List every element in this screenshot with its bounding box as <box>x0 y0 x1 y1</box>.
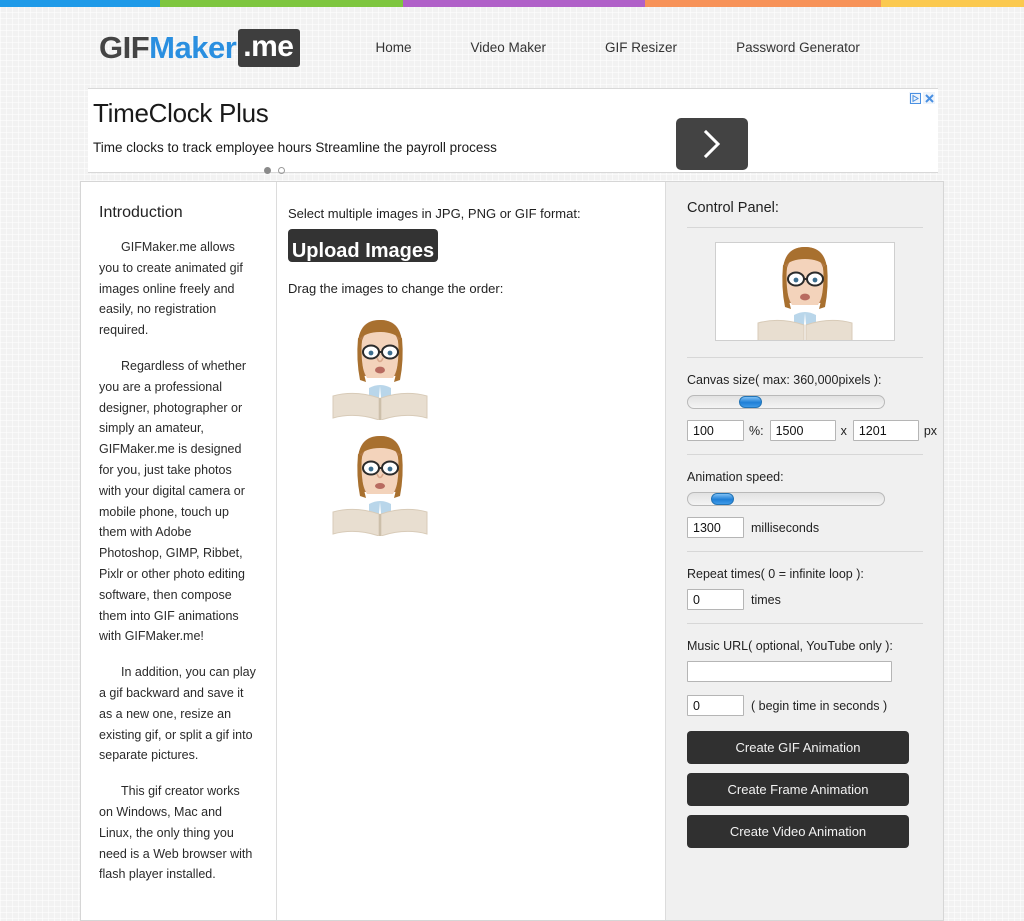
animation-speed-label: Animation speed: <box>687 470 784 484</box>
animation-speed-fields: milliseconds <box>687 517 923 538</box>
ad-carousel-dots <box>93 167 456 174</box>
ad-badges <box>909 92 935 104</box>
close-icon[interactable] <box>923 92 935 104</box>
music-begin-time-input[interactable] <box>687 695 744 716</box>
canvas-size-slider-knob[interactable] <box>738 396 762 408</box>
logo-part-maker: Maker <box>149 29 237 65</box>
logo-part-gif: GIF <box>99 29 150 65</box>
nav-item-home[interactable]: Home <box>375 40 411 55</box>
repeat-times-input[interactable] <box>687 589 744 610</box>
ad-title: TimeClock Plus <box>93 98 269 128</box>
thumbnail-item[interactable] <box>325 426 435 536</box>
music-begin-field-row: ( begin time in seconds ) <box>687 695 923 716</box>
woman-reading-book-image <box>325 426 435 536</box>
stripe-segment-yellow <box>881 0 1024 7</box>
create-video-animation-button[interactable]: Create Video Animation <box>687 815 909 848</box>
woman-reading-book-image <box>325 310 435 420</box>
control-panel-divider <box>687 227 923 228</box>
nav-item-video-maker[interactable]: Video Maker <box>471 40 547 55</box>
canvas-size-slider[interactable] <box>687 395 885 409</box>
music-url-label: Music URL( optional, YouTube only ): <box>687 639 893 653</box>
control-panel-title: Control Panel: <box>687 200 779 216</box>
stripe-segment-purple <box>403 0 645 7</box>
introduction-paragraph-2: Regardless of whether you are a professi… <box>99 358 247 644</box>
preview-box <box>715 242 895 341</box>
canvas-times-symbol: x <box>840 423 847 438</box>
introduction-paragraph-3: In addition, you can play a gif backward… <box>99 665 256 763</box>
stripe-segment-green <box>160 0 403 7</box>
music-url-group: Music URL( optional, YouTube only ): ( b… <box>687 639 923 716</box>
repeat-times-fields: times <box>687 589 923 610</box>
ad-dot-1[interactable] <box>264 167 271 174</box>
animation-speed-input[interactable] <box>687 517 744 538</box>
control-panel-divider-2 <box>687 357 923 358</box>
upload-area: Select multiple images in JPG, PNG or GI… <box>277 182 665 920</box>
top-color-stripe <box>0 0 1024 7</box>
canvas-percent-unit: %: <box>749 423 764 438</box>
control-panel-divider-5 <box>687 623 923 624</box>
introduction-sidebar: Introduction GIFMaker.me allows you to c… <box>81 182 277 921</box>
introduction-paragraph-1: GIFMaker.me allows you to create animate… <box>99 240 243 338</box>
canvas-percent-input[interactable] <box>687 420 744 441</box>
site-logo[interactable]: GIF Maker .me <box>99 28 301 67</box>
animation-speed-group: Animation speed: milliseconds <box>687 470 923 538</box>
ad-content: TimeClock Plus Time clocks to track empl… <box>88 89 938 174</box>
nav-item-password-generator[interactable]: Password Generator <box>736 40 860 55</box>
control-panel: Control Panel: Canvas size(max: 360,000… <box>665 182 943 921</box>
introduction-title: Introduction <box>99 204 183 221</box>
canvas-size-label: Canvas size( max: 360,000pixels ): <box>687 373 882 387</box>
nav-item-gif-resizer[interactable]: GIF Resizer <box>605 40 677 55</box>
create-gif-animation-button[interactable]: Create GIF Animation <box>687 731 909 764</box>
introduction-paragraph-4: This gif creator works on Windows, Mac a… <box>99 784 253 882</box>
canvas-width-input[interactable] <box>769 420 836 441</box>
advertisement-banner[interactable]: TimeClock Plus Time clocks to track empl… <box>88 88 938 174</box>
canvas-size-fields: %: x px <box>687 420 937 441</box>
animation-speed-slider-knob[interactable] <box>711 493 735 505</box>
animation-speed-unit: milliseconds <box>751 520 820 535</box>
canvas-px-unit: px <box>923 423 938 438</box>
chevron-right-icon <box>701 129 723 159</box>
stripe-segment-orange <box>645 0 881 7</box>
action-buttons: Create GIF Animation Create Frame Animat… <box>687 731 923 848</box>
repeat-times-label: Repeat times( 0 = infinite loop ): <box>687 567 864 581</box>
stripe-segment-blue <box>0 0 160 7</box>
drag-order-label: Drag the images to change the order: <box>288 281 504 296</box>
preview-image <box>716 243 894 340</box>
ad-subtitle: Time clocks to track employee hours Stre… <box>93 140 497 155</box>
ad-text-block: TimeClock Plus Time clocks to track empl… <box>93 98 676 174</box>
animation-speed-slider[interactable] <box>687 492 885 506</box>
main-content-area: Introduction GIFMaker.me allows you to c… <box>80 181 944 921</box>
logo-part-dotme: .me <box>238 28 301 67</box>
thumbnail-list <box>288 310 647 536</box>
repeat-times-unit: times <box>751 592 781 607</box>
adchoices-icon[interactable] <box>909 92 921 104</box>
music-url-field-row <box>687 661 923 682</box>
upload-images-button[interactable]: Upload Images <box>288 229 438 262</box>
thumbnail-item[interactable] <box>325 310 435 420</box>
ad-cta-button[interactable] <box>676 118 748 170</box>
music-url-input[interactable] <box>687 661 892 682</box>
select-images-label: Select multiple images in JPG, PNG or GI… <box>288 206 581 221</box>
page-container: GIF Maker .me Home Video Maker GIF Resizer… <box>0 7 1024 921</box>
ad-dot-2[interactable] <box>278 167 285 174</box>
main-navigation: Home Video Maker GIF Resizer Password Ge… <box>375 40 859 55</box>
canvas-height-input[interactable] <box>852 420 919 441</box>
control-panel-divider-4 <box>687 551 923 552</box>
site-header: GIF Maker .me Home Video Maker GIF Resizer… <box>0 7 1024 88</box>
create-frame-animation-button[interactable]: Create Frame Animation <box>687 773 909 806</box>
music-begin-time-unit: ( begin time in seconds ) <box>751 698 888 713</box>
repeat-times-group: Repeat times( 0 = infinite loop ): times <box>687 567 923 610</box>
canvas-size-group: Canvas size( max: 360,000pixels ): %: x … <box>687 373 937 441</box>
control-panel-divider-3 <box>687 454 923 455</box>
